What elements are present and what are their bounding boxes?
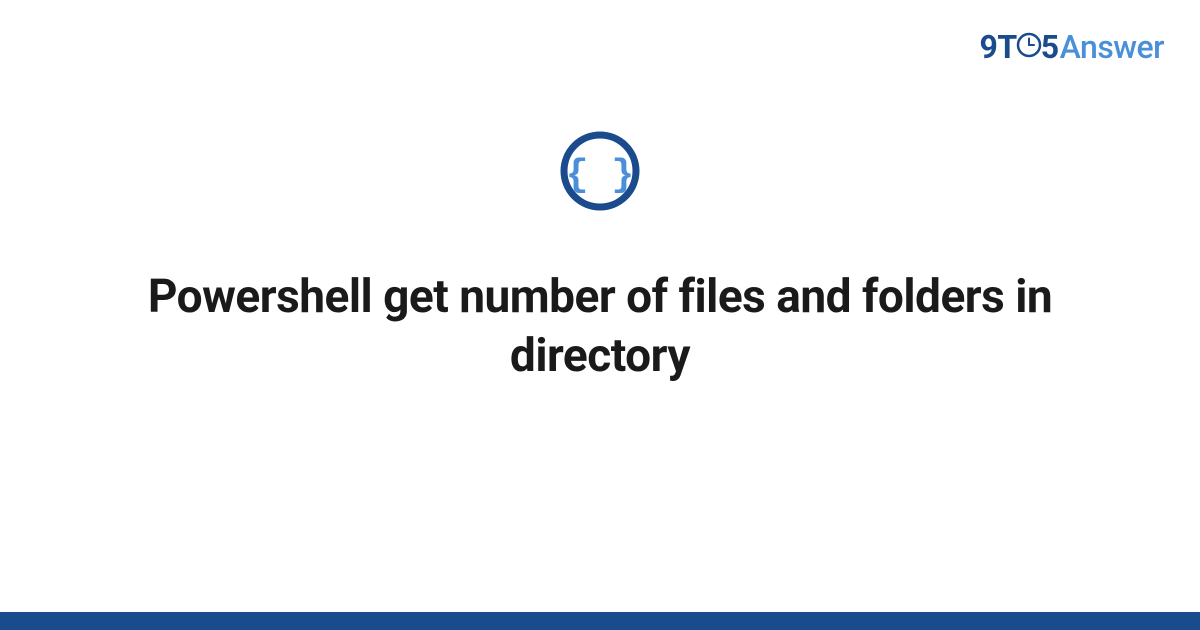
site-logo: 9 T 5 Answer [980,28,1164,66]
svg-text:{ }: { } [566,154,634,197]
footer-accent-bar [0,612,1200,630]
logo-text-five: 5 [1041,28,1059,66]
code-braces-icon: { } [559,130,641,212]
logo-text-nine: 9 [980,28,998,66]
main-content: { } Powershell get number of files and f… [0,130,1200,386]
clock-icon [1016,32,1042,58]
logo-text-answer: Answer [1060,28,1164,66]
page-title: Powershell get number of files and folde… [80,268,1120,386]
logo-text-t: T [997,28,1016,66]
